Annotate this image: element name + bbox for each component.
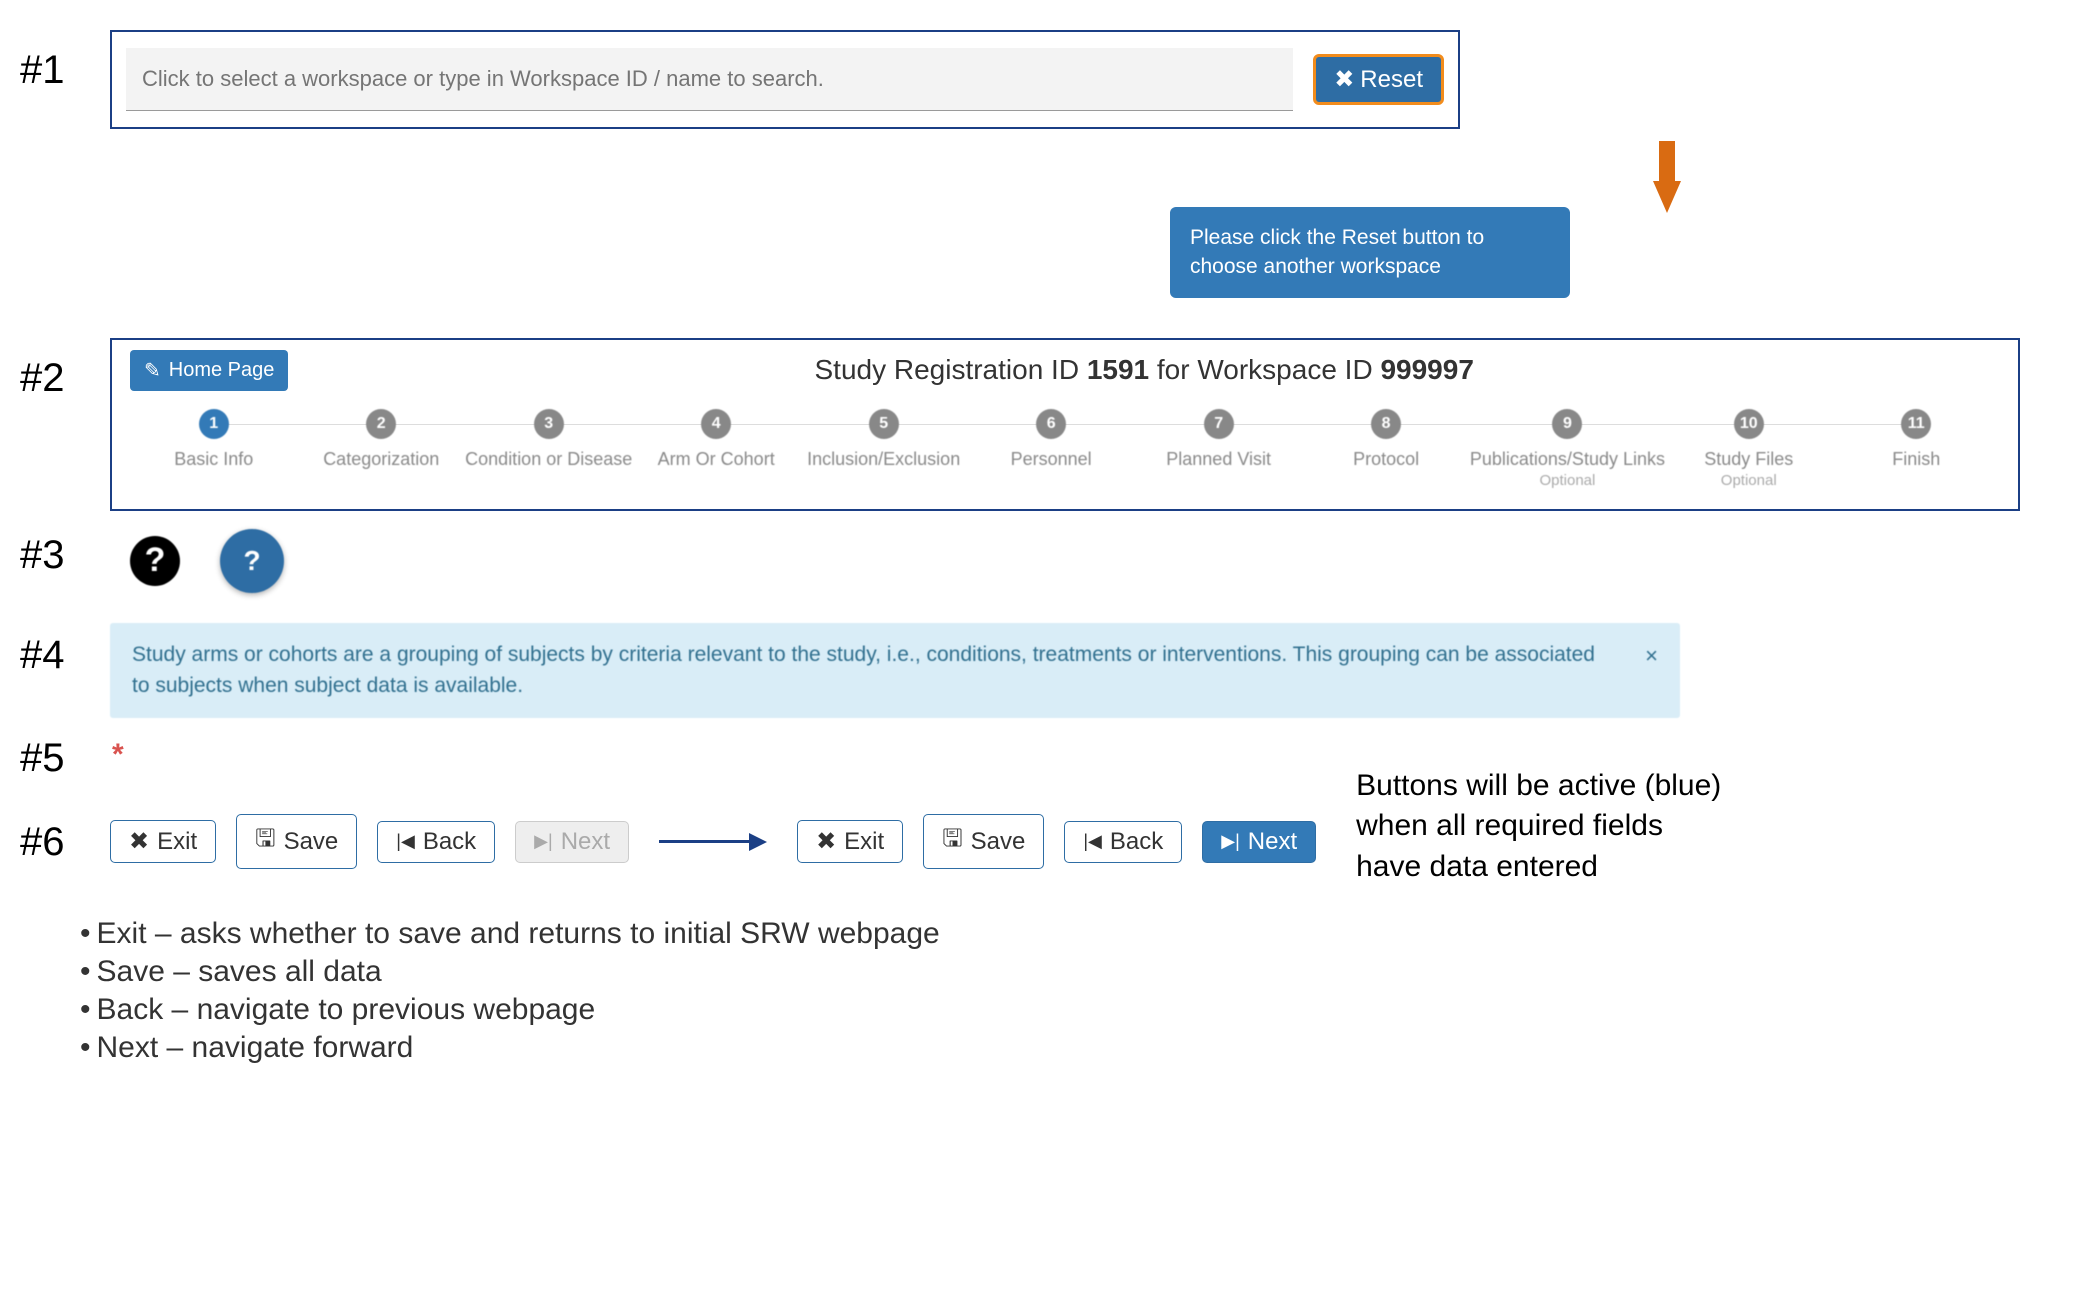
step-6[interactable]: 6 Personnel [967,409,1134,470]
reset-button[interactable]: ✖ Reset [1313,54,1444,105]
save-button[interactable]: 🖫 Save [236,814,357,869]
legend-item: Save – saves all data [80,955,2058,989]
step-label: Study Files [1704,449,1793,470]
step-circle: 9 [1552,409,1582,439]
next-button-active[interactable]: ▶| Next [1202,821,1316,863]
step-sublabel: Optional [1539,472,1595,489]
close-icon: ✖ [129,827,149,856]
step-label: Personnel [1011,449,1092,470]
step-circle: 2 [366,409,396,439]
reset-label: Reset [1360,66,1423,94]
close-icon: ✖ [816,827,836,856]
home-label: Home Page [169,359,275,382]
step-circle: 4 [701,409,731,439]
step-circle: 11 [1901,409,1931,439]
edit-icon: ✎ [144,358,161,383]
help-icon-blue[interactable]: ? [220,529,284,593]
save-icon: 🖫 [255,821,275,862]
step-4[interactable]: 4 Arm Or Cohort [632,409,799,470]
step-7[interactable]: 7 Planned Visit [1135,409,1302,470]
step-10[interactable]: 10 Study Files Optional [1665,409,1832,489]
button-row: ✖ Exit 🖫 Save |◀ Back ▶| Next ✖ Exit 🖫 S… [110,814,1316,869]
step-label: Arm Or Cohort [658,449,775,470]
alert-text: Study arms or cohorts are a grouping of … [132,639,1615,702]
required-asterisk: * [110,738,124,772]
step-1[interactable]: 1 Basic Info [130,409,297,470]
home-page-button[interactable]: ✎ Home Page [130,350,288,391]
step-label: Condition or Disease [465,449,632,470]
alert-close-icon[interactable]: × [1615,639,1658,672]
button-legend: Exit – asks whether to save and returns … [80,917,2058,1065]
step-8[interactable]: 8 Protocol [1302,409,1469,470]
section-number-3: #3 [20,529,110,575]
back-button-2[interactable]: |◀ Back [1064,821,1182,863]
section-number-5: #5 [20,738,110,778]
registration-title: Study Registration ID 1591 for Workspace… [288,354,2000,386]
step-11[interactable]: 11 Finish [1832,409,1999,470]
legend-item: Exit – asks whether to save and returns … [80,917,2058,951]
step-label: Protocol [1353,449,1419,470]
arrow-right-icon [659,833,767,851]
next-icon: ▶| [1221,831,1240,852]
close-icon: ✖ [1334,65,1354,94]
section-number-4: #4 [20,623,110,675]
step-label: Publications/Study Links [1470,449,1665,470]
arrow-down-icon [1275,141,2058,213]
section-number-1: #1 [20,30,110,90]
step-label: Basic Info [174,449,253,470]
step-9[interactable]: 9 Publications/Study Links Optional [1470,409,1665,489]
step-3[interactable]: 3 Condition or Disease [465,409,632,470]
step-2[interactable]: 2 Categorization [297,409,464,470]
exit-button[interactable]: ✖ Exit [110,820,216,863]
stepper: 1 Basic Info 2 Categorization 3 Condition or … [130,409,2000,489]
legend-item: Back – navigate to previous webpage [80,993,2058,1027]
save-button-2[interactable]: 🖫 Save [923,814,1044,869]
save-icon: 🖫 [942,821,962,862]
reset-tooltip: Please click the Reset button to choose … [1170,207,1570,298]
back-icon: |◀ [396,831,415,852]
step-circle: 3 [534,409,564,439]
exit-button-2[interactable]: ✖ Exit [797,820,903,863]
step-circle: 1 [199,409,229,439]
step-circle: 10 [1734,409,1764,439]
step-5[interactable]: 5 Inclusion/Exclusion [800,409,967,470]
info-alert: Study arms or cohorts are a grouping of … [110,623,1680,718]
next-button-disabled: ▶| Next [515,821,629,863]
legend-item: Next – navigate forward [80,1031,2058,1065]
step-circle: 6 [1036,409,1066,439]
back-button[interactable]: |◀ Back [377,821,495,863]
section-number-6: #6 [20,822,110,862]
active-note: Buttons will be active (blue) when all r… [1356,766,1721,888]
step-label: Inclusion/Exclusion [807,449,960,470]
step-circle: 5 [869,409,899,439]
back-icon: |◀ [1083,831,1102,852]
stepper-box: ✎ Home Page Study Registration ID 1591 f… [110,338,2020,511]
step-label: Categorization [323,449,439,470]
step-circle: 8 [1371,409,1401,439]
step-sublabel: Optional [1721,472,1777,489]
section-number-2: #2 [20,338,110,398]
help-icon-black[interactable]: ? [130,536,180,586]
workspace-search-input[interactable] [126,48,1293,111]
workspace-search-box: ✖ Reset [110,30,1460,129]
step-label: Planned Visit [1166,449,1271,470]
step-circle: 7 [1204,409,1234,439]
next-icon: ▶| [534,831,553,852]
step-label: Finish [1892,449,1940,470]
